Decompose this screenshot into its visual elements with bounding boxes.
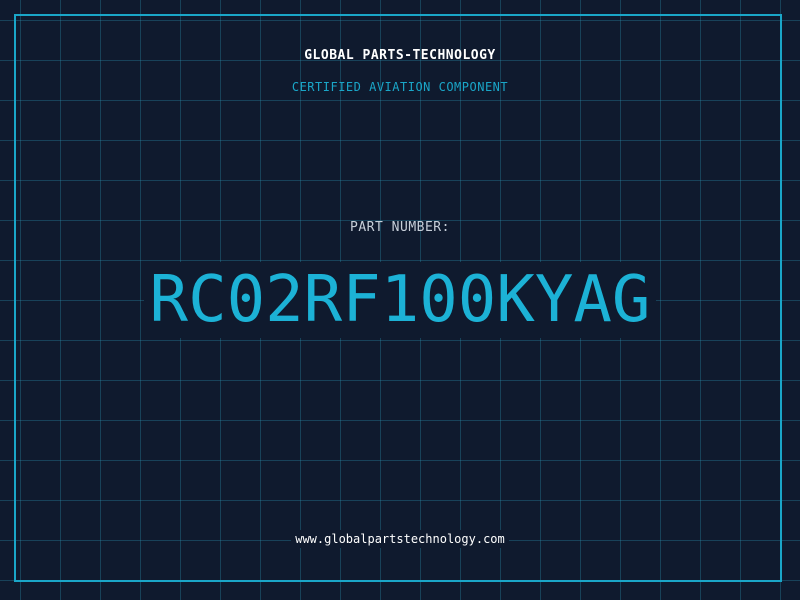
company-name: GLOBAL PARTS-TECHNOLOGY bbox=[304, 48, 496, 63]
part-number-label: PART NUMBER: bbox=[350, 220, 450, 235]
label-card: GLOBAL PARTS-TECHNOLOGY CERTIFIED AVIATI… bbox=[0, 0, 800, 600]
website-link: www.globalpartstechnology.com bbox=[291, 530, 509, 548]
part-number-container: RC02RF100KYAG bbox=[0, 262, 800, 338]
certification-subtitle: CERTIFIED AVIATION COMPONENT bbox=[291, 80, 509, 94]
part-number-value: RC02RF100KYAG bbox=[143, 262, 657, 338]
footer: www.globalpartstechnology.com bbox=[0, 530, 800, 548]
